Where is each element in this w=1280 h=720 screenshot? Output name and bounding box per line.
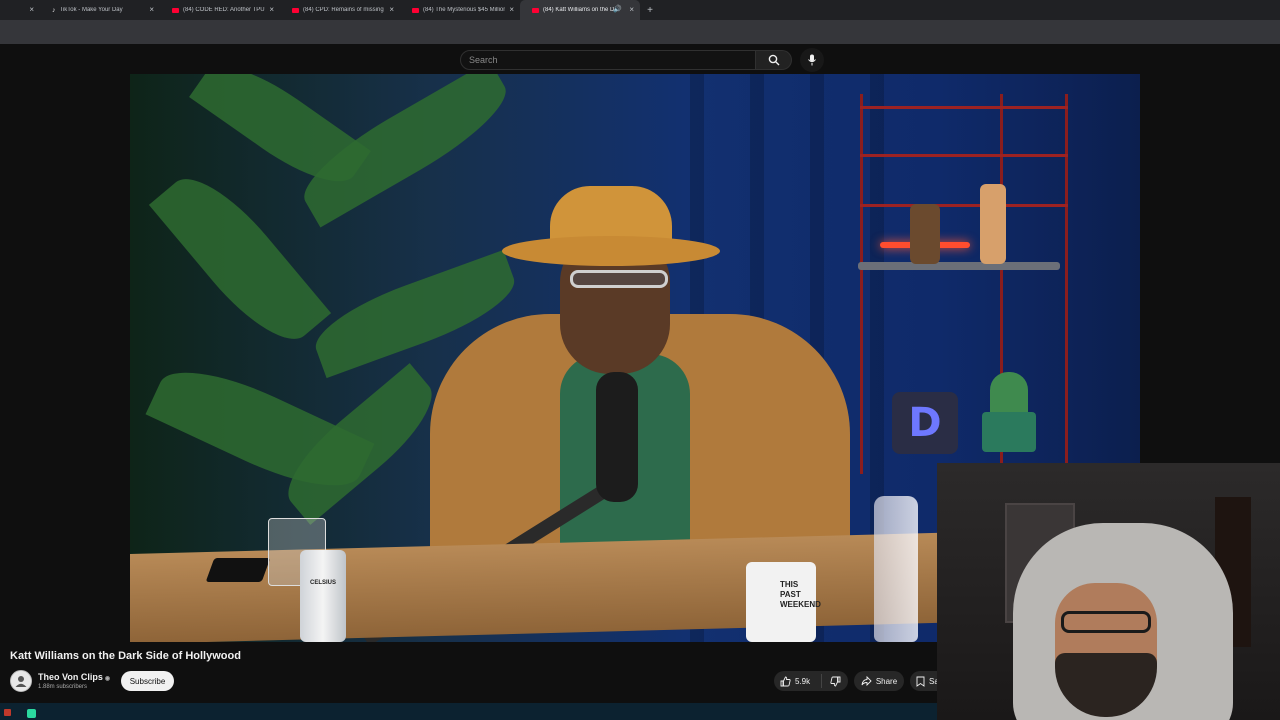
podcast-logo: D <box>892 392 958 454</box>
podcast-microphone <box>596 372 638 502</box>
shelf-board <box>858 262 1060 270</box>
app-icon[interactable] <box>4 709 11 716</box>
search-button[interactable] <box>756 50 792 70</box>
thumbs-up-icon <box>780 676 791 686</box>
channel-name[interactable]: Theo Von Clips <box>38 672 103 682</box>
youtube-header: Search <box>0 44 1280 74</box>
browser-tab-cpd[interactable]: (84) CPD: Remains of missing C × <box>280 0 400 20</box>
tab-title: TikTok - Make Your Day <box>59 7 123 13</box>
tiktok-icon: ♪ <box>52 6 56 14</box>
cactus-pot <box>982 412 1036 452</box>
like-dislike-group: 5.9k <box>774 671 848 691</box>
shelf-rail <box>860 106 1068 109</box>
dislike-button[interactable] <box>822 676 848 687</box>
celsius-can: CELSIUS <box>300 550 346 642</box>
app-icon[interactable] <box>27 709 36 718</box>
channel-name-row[interactable]: Theo Von Clips ◉ <box>38 672 110 682</box>
voice-search-button[interactable] <box>800 48 824 72</box>
browser-tab-tiktok[interactable]: ♪ TikTok - Make Your Day × <box>40 0 160 20</box>
browser-tab-active[interactable]: (84) Katt Williams on the Da 🔊 × <box>520 0 640 20</box>
tab-close-icon[interactable]: × <box>509 5 514 14</box>
shelf-rail <box>860 154 1068 157</box>
youtube-icon <box>292 7 299 13</box>
podcast-mug: THIS PAST WEEKEND <box>746 562 821 642</box>
browser-tab-0[interactable]: × <box>0 0 40 20</box>
tab-close-icon[interactable]: × <box>629 5 634 14</box>
shelf-rail <box>860 204 1068 207</box>
plant-leaf <box>148 159 332 359</box>
tab-title: (84) The Mysterious $45 Million <box>423 7 505 13</box>
bookmark-icon <box>916 676 925 687</box>
thumbs-down-icon <box>829 676 840 686</box>
new-tab-button[interactable]: + <box>640 5 660 16</box>
water-bottle <box>874 496 918 642</box>
subscriber-count: 1.88m subscribers <box>38 684 88 690</box>
subscribe-button[interactable]: Subscribe <box>121 671 174 691</box>
search-input[interactable]: Search <box>460 50 756 70</box>
avatar-icon <box>15 676 27 687</box>
share-icon <box>861 676 872 686</box>
phone-on-desk <box>205 558 271 582</box>
share-button[interactable]: Share <box>854 671 904 691</box>
collectible-figure <box>980 184 1006 264</box>
collectible-figure <box>910 204 940 264</box>
hat-brim <box>502 236 720 266</box>
youtube-icon <box>172 7 179 13</box>
tab-close-icon[interactable]: × <box>269 5 274 14</box>
mug-text: THIS PAST WEEKEND <box>780 580 821 609</box>
microphone-icon <box>808 54 816 66</box>
youtube-icon <box>532 7 539 13</box>
shelf-post <box>1065 94 1068 474</box>
tab-title: (84) CODE RED: Another TPUSA <box>183 7 265 13</box>
guest-sunglasses <box>570 270 668 288</box>
video-title: Katt Williams on the Dark Side of Hollyw… <box>10 650 241 662</box>
can-label: CELSIUS <box>309 580 336 586</box>
shelf-post <box>860 94 863 474</box>
youtube-icon <box>412 7 419 13</box>
os-taskbar <box>0 703 937 720</box>
browser-toolbar <box>0 20 1280 44</box>
channel-avatar[interactable] <box>10 670 32 692</box>
browser-tab-mysterious[interactable]: (84) The Mysterious $45 Million × <box>400 0 520 20</box>
streamer-glasses <box>1061 611 1151 633</box>
webcam-overlay <box>937 463 1280 720</box>
verified-icon: ◉ <box>104 676 111 682</box>
tab-title: (84) CPD: Remains of missing C <box>303 7 385 13</box>
tab-close-icon[interactable]: × <box>149 5 154 14</box>
browser-tab-code-red[interactable]: (84) CODE RED: Another TPUSA × <box>160 0 280 20</box>
share-label: Share <box>875 676 898 686</box>
speaker-icon[interactable]: 🔊 <box>613 5 622 13</box>
browser-tab-strip: × ♪ TikTok - Make Your Day × (84) CODE R… <box>0 0 1280 20</box>
like-button[interactable]: 5.9k <box>774 674 822 688</box>
like-count: 5.9k <box>795 676 811 686</box>
search-icon <box>768 54 779 66</box>
tab-close-icon[interactable]: × <box>389 5 394 14</box>
tab-close-icon[interactable]: × <box>29 5 34 14</box>
